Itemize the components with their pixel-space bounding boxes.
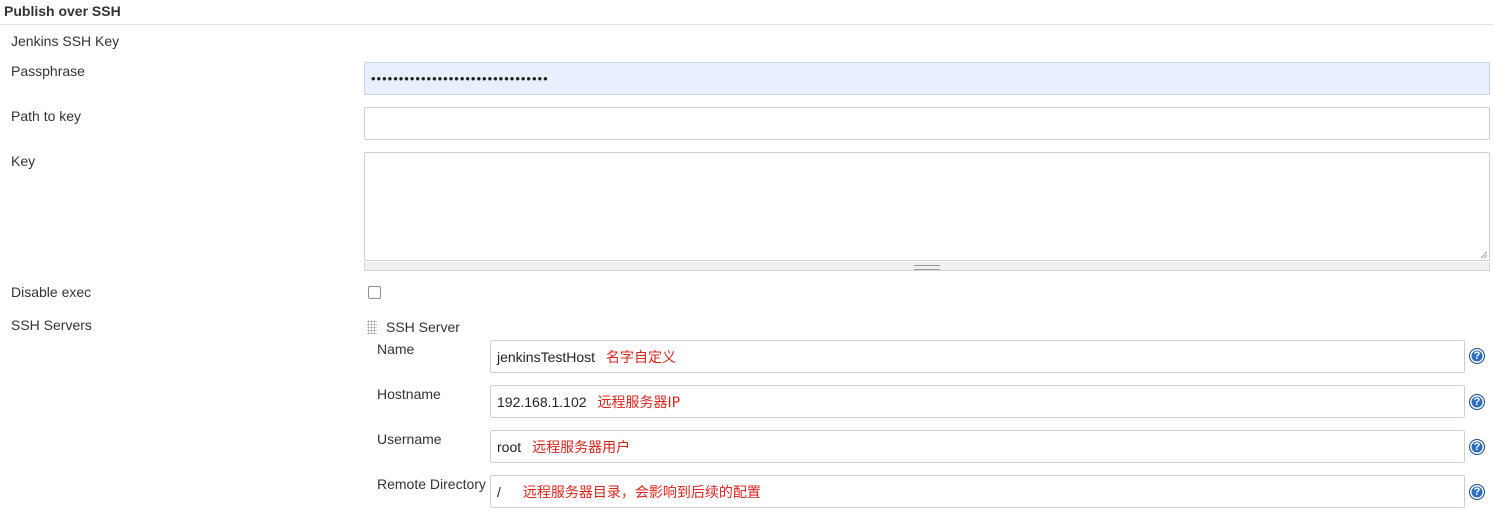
username-value: root	[497, 438, 522, 455]
path-to-key-field[interactable]	[364, 107, 1490, 140]
username-annotation: 远程服务器用户	[532, 439, 631, 456]
username-label: Username	[377, 431, 442, 447]
ssh-servers-label: SSH Servers	[11, 317, 92, 333]
ssh-server-header: SSH Server	[386, 319, 460, 335]
key-textarea[interactable]	[364, 152, 1490, 261]
expand-grip-icon	[914, 265, 940, 270]
hostname-value: 192.168.1.102	[497, 393, 587, 410]
disable-exec-checkbox[interactable]	[368, 286, 381, 299]
username-field[interactable]: root 远程服务器用户	[490, 430, 1465, 463]
section-title: Publish over SSH	[4, 3, 121, 19]
server-name-value: jenkinsTestHost	[497, 348, 596, 365]
help-icon[interactable]: ?	[1469, 484, 1485, 500]
help-icon[interactable]: ?	[1469, 439, 1485, 455]
drag-handle-icon[interactable]	[367, 320, 377, 334]
remote-directory-value: /	[497, 483, 501, 500]
section-header	[0, 0, 1493, 25]
passphrase-field[interactable]	[364, 62, 1490, 95]
jenkins-ssh-key-label: Jenkins SSH Key	[11, 33, 120, 49]
key-label: Key	[11, 153, 36, 169]
resize-grip-icon[interactable]	[1479, 250, 1488, 259]
help-icon[interactable]: ?	[1469, 348, 1485, 364]
server-name-annotation: 名字自定义	[606, 349, 677, 366]
remote-directory-field[interactable]: / 远程服务器目录，会影响到后续的配置	[490, 475, 1465, 508]
remote-directory-annotation: 远程服务器目录，会影响到后续的配置	[522, 484, 761, 501]
path-to-key-label: Path to key	[11, 108, 82, 124]
help-icon[interactable]: ?	[1469, 394, 1485, 410]
hostname-label: Hostname	[377, 386, 441, 402]
hostname-annotation: 远程服务器IP	[597, 394, 681, 411]
remote-directory-label: Remote Directory	[377, 476, 486, 492]
hostname-field[interactable]: 192.168.1.102 远程服务器IP	[490, 385, 1465, 418]
passphrase-label: Passphrase	[11, 63, 85, 79]
disable-exec-label: Disable exec	[11, 284, 92, 300]
server-name-field[interactable]: jenkinsTestHost 名字自定义	[490, 340, 1465, 373]
server-name-label: Name	[377, 341, 415, 357]
